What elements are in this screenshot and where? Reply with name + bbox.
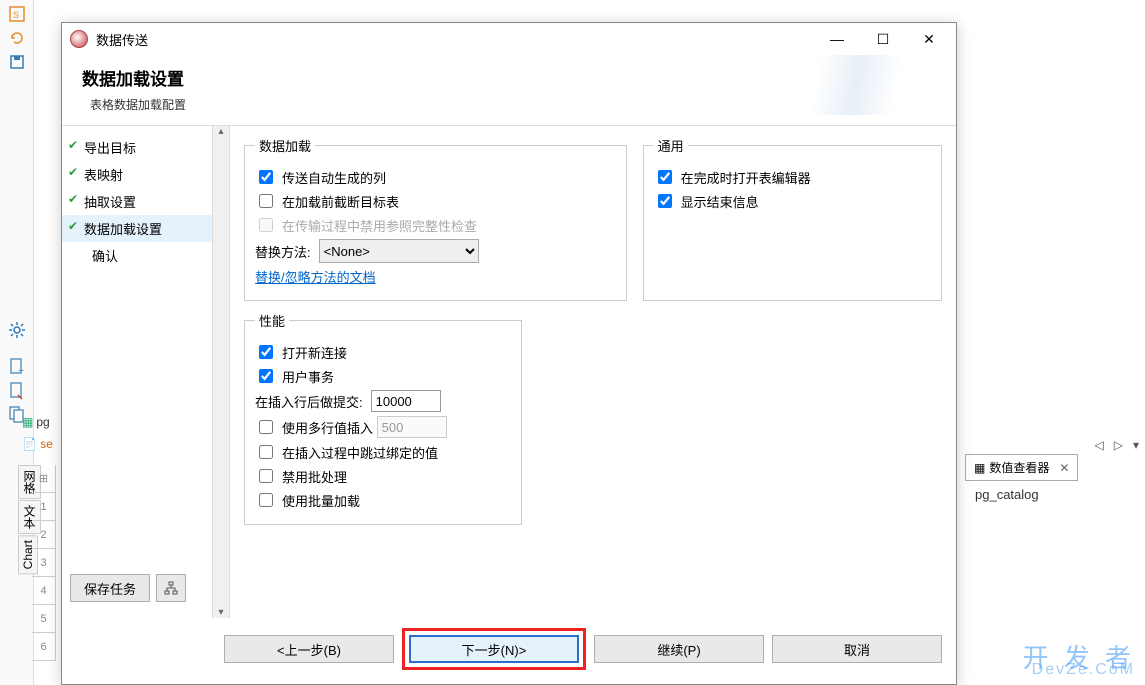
replace-method-select[interactable]: <None> [319, 239, 479, 263]
cb-truncate[interactable]: 在加载前截断目标表 [255, 191, 399, 211]
save-task-button[interactable]: 保存任务 [70, 574, 150, 602]
page-heading: 数据加载设置 [82, 65, 936, 90]
data-transfer-dialog: 数据传送 — ☐ ✕ 数据加载设置 表格数据加载配置 导出目标 表映射 抽取设置… [61, 22, 957, 685]
cb-disable-ref: 在传输过程中禁用参照完整性检查 [255, 215, 477, 235]
svg-text:S: S [13, 10, 19, 20]
legend-performance: 性能 [255, 311, 289, 330]
back-button[interactable]: <上一步(B) [224, 635, 394, 663]
dialog-header: 数据加载设置 表格数据加载配置 [62, 55, 956, 125]
doc-add-icon[interactable]: + [7, 356, 27, 376]
doc-arrow-icon[interactable] [7, 380, 27, 400]
cb-skip-bind[interactable]: 在插入过程中跳过绑定的值 [255, 442, 438, 462]
dialog-title: 数据传送 [96, 30, 814, 49]
cb-user-tx[interactable]: 用户事务 [255, 366, 334, 386]
cb-new-conn[interactable]: 打开新连接 [255, 342, 347, 362]
cb-open-editor[interactable]: 在完成时打开表编辑器 [654, 167, 811, 187]
nav-load-settings[interactable]: 数据加载设置 [62, 215, 212, 242]
page-subtitle: 表格数据加载配置 [90, 96, 936, 113]
panel-icon: ▦ [974, 461, 985, 475]
refresh-icon[interactable] [7, 28, 27, 48]
replace-method-label: 替换方法: [255, 242, 311, 261]
continue-button[interactable]: 继续(P) [594, 635, 764, 663]
legend-data-load: 数据加载 [255, 136, 315, 155]
value-viewer-label: 数值查看器 [989, 459, 1049, 476]
bg-pg-label[interactable]: pg [22, 415, 50, 429]
replace-doc-link[interactable]: 替换/忽略方法的文档 [255, 267, 376, 286]
nav-export-target[interactable]: 导出目标 [62, 134, 212, 161]
multirow-input [377, 416, 447, 438]
nav-confirm[interactable]: 确认 [62, 242, 212, 269]
wizard-nav: 导出目标 表映射 抽取设置 数据加载设置 确认 保存任务 [62, 126, 230, 618]
bg-se-label[interactable]: 📄 se [22, 437, 53, 451]
settings-content: 数据加载 传送自动生成的列 在加载前截断目标表 在传输过程中禁用参照完整性检查 … [230, 126, 956, 618]
close-icon[interactable]: ✕ [1059, 461, 1069, 475]
dialog-footer: <上一步(B) 下一步(N)> 继续(P) 取消 [62, 618, 956, 684]
save-icon[interactable] [7, 52, 27, 72]
nav-scrollbar[interactable] [212, 126, 229, 618]
app-icon [70, 30, 88, 48]
gear-icon[interactable] [7, 320, 27, 340]
nav-extract-settings[interactable]: 抽取设置 [62, 188, 212, 215]
next-highlight: 下一步(N)> [402, 628, 586, 670]
value-viewer-tab[interactable]: ▦ 数值查看器 ✕ [965, 454, 1078, 481]
maximize-button[interactable]: ☐ [860, 24, 906, 54]
watermark-subtext: DevZe.CoM [1032, 661, 1135, 679]
group-data-load: 数据加载 传送自动生成的列 在加载前截断目标表 在传输过程中禁用参照完整性检查 … [244, 136, 627, 301]
cb-bulk-load[interactable]: 使用批量加载 [255, 490, 360, 510]
right-panel: ◁ ▷ ▾ ▦ 数值查看器 ✕ pg_catalog [965, 436, 1145, 508]
row-gutter: ⊞123456 [32, 465, 56, 661]
commit-label: 在插入行后做提交: [255, 392, 363, 411]
new-sql-icon[interactable]: S [7, 4, 27, 24]
close-button[interactable]: ✕ [906, 24, 952, 54]
svg-text:+: + [18, 366, 24, 376]
tree-icon [164, 581, 178, 595]
minimize-button[interactable]: — [814, 24, 860, 54]
titlebar[interactable]: 数据传送 — ☐ ✕ [62, 23, 956, 55]
group-performance: 性能 打开新连接 用户事务 在插入行后做提交: 使用多行值插入 在插入过程中跳过… [244, 311, 522, 525]
save-task-menu-button[interactable] [156, 574, 186, 602]
cb-multirow[interactable]: 使用多行值插入 [255, 417, 373, 437]
commit-input[interactable] [371, 390, 441, 412]
value-viewer-body: pg_catalog [965, 481, 1145, 508]
cancel-button[interactable]: 取消 [772, 635, 942, 663]
cb-disable-batch[interactable]: 禁用批处理 [255, 466, 347, 486]
cb-show-result[interactable]: 显示结束信息 [654, 191, 759, 211]
group-general: 通用 在完成时打开表编辑器 显示结束信息 [643, 136, 942, 301]
app-left-toolbar: S + [0, 0, 34, 685]
legend-general: 通用 [654, 136, 688, 155]
nav-table-mapping[interactable]: 表映射 [62, 161, 212, 188]
cb-autogen[interactable]: 传送自动生成的列 [255, 167, 386, 187]
next-button[interactable]: 下一步(N)> [409, 635, 579, 663]
panel-nav-arrows[interactable]: ◁ ▷ ▾ [965, 436, 1145, 454]
